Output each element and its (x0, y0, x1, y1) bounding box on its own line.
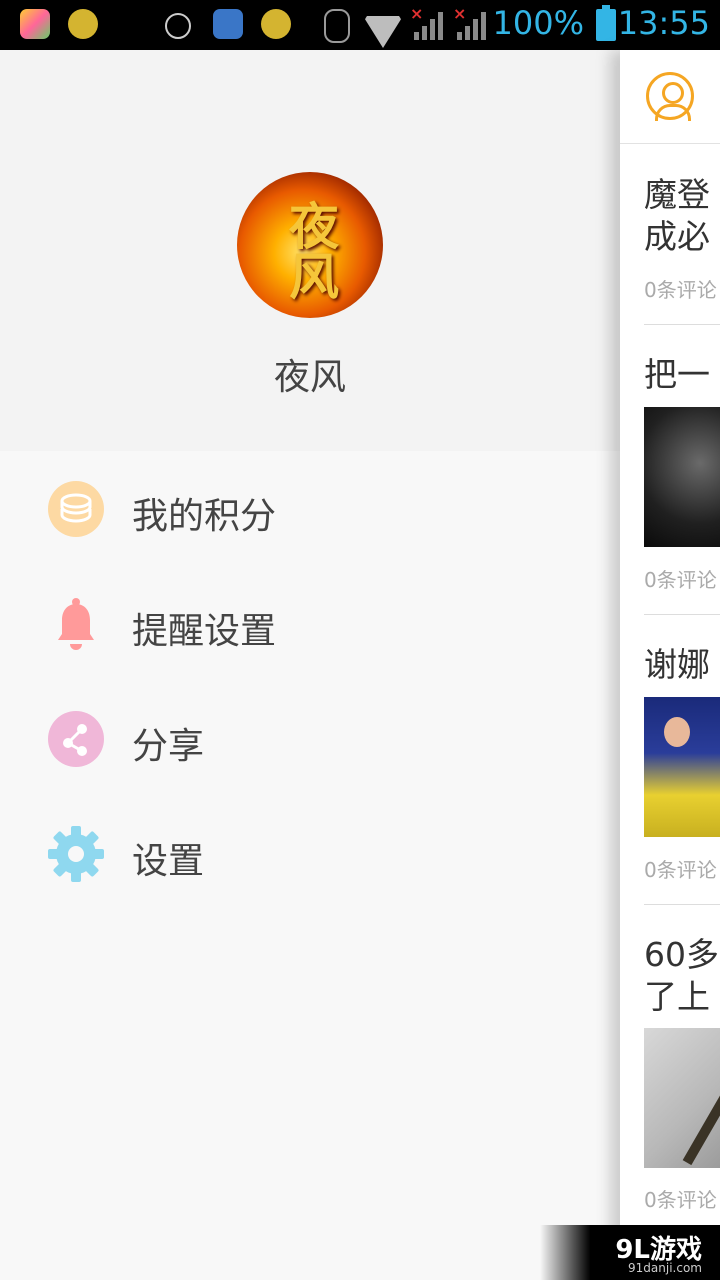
battery-percent: 100% (492, 4, 584, 42)
article-thumbnail (644, 407, 720, 547)
menu-label-points: 我的积分 (132, 496, 277, 537)
article-title: 谢娜 (644, 645, 710, 684)
article-title: 魔登 (644, 175, 710, 214)
status-bar: × × 100% 13:55 (0, 0, 720, 50)
wifi-icon (363, 8, 403, 48)
app-notification-icon (68, 9, 98, 39)
menu-item-points[interactable]: 我的积分 (0, 451, 620, 566)
drawer-menu: 我的积分 提醒设置 分享 设置 (0, 451, 620, 911)
menu-item-share[interactable]: 分享 (0, 681, 620, 796)
comment-count: 0条评论 (644, 1188, 717, 1212)
profile-header: 夜风 夜风 (0, 50, 620, 451)
divider (644, 324, 720, 325)
watermark: 9L游戏 91danji.com (540, 1225, 720, 1280)
cleaner-app-icon (213, 9, 243, 39)
signal-icon-sim1: × (410, 4, 444, 40)
sunglasses-icon (165, 13, 191, 39)
list-item[interactable]: 把一 0条评论 (644, 354, 720, 592)
comment-count: 0条评论 (644, 568, 717, 592)
list-item[interactable]: 谢娜 0条评论 (644, 644, 720, 882)
article-thumbnail (644, 1028, 720, 1168)
coins-icon (48, 481, 104, 537)
gear-icon (48, 826, 104, 882)
user-profile-icon[interactable] (646, 72, 694, 121)
divider (644, 614, 720, 615)
comment-count: 0条评论 (644, 858, 717, 882)
menu-item-reminder-settings[interactable]: 提醒设置 (0, 566, 620, 681)
news-feed: 魔登 成必 0条评论 把一 0条评论 谢娜 0条评论 60多 了上 0条评论 (620, 50, 720, 1280)
app-notification-icon (20, 9, 50, 39)
divider (644, 904, 720, 905)
list-item[interactable]: 60多 了上 0条评论 (644, 934, 720, 1212)
comment-count: 0条评论 (644, 278, 717, 302)
signal-icon-sim2: × (453, 4, 487, 40)
username[interactable]: 夜风 (0, 348, 620, 400)
bluetooth-icon (324, 9, 350, 43)
article-title: 60多 (644, 935, 719, 974)
battery-icon (596, 5, 616, 41)
menu-label-settings: 设置 (132, 841, 205, 882)
avatar-calligraphy: 夜风 (281, 200, 339, 300)
avatar[interactable]: 夜风 (237, 172, 383, 318)
navigation-drawer: 夜风 夜风 我的积分 提醒设置 分享 设置 (0, 50, 620, 1280)
article-title-line2: 成必 (644, 217, 710, 256)
article-title-line2: 了上 (644, 977, 710, 1016)
article-thumbnail (644, 697, 720, 837)
article-title: 把一 (644, 355, 710, 394)
watermark-url: 91danji.com (628, 1261, 702, 1275)
menu-label-share: 分享 (132, 726, 205, 767)
clock: 13:55 (617, 4, 710, 42)
share-icon (48, 711, 104, 767)
menu-label-reminder-settings: 提醒设置 (132, 611, 277, 652)
feed-top-bar (620, 50, 720, 144)
bell-icon (48, 596, 104, 652)
app-notification-icon (261, 9, 291, 39)
list-item[interactable]: 魔登 成必 0条评论 (644, 174, 720, 302)
menu-item-settings[interactable]: 设置 (0, 796, 620, 911)
